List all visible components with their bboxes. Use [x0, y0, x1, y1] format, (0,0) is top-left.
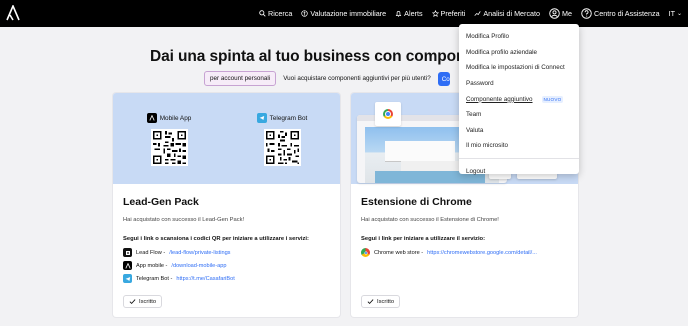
- nav-items: Ricerca Valutazione immobiliare Alerts P…: [259, 0, 682, 27]
- menu-item-label: Modifica Profilo: [466, 33, 510, 41]
- nav-me-label: Me: [562, 9, 573, 18]
- telegram-bot-link[interactable]: https://t.me/CasafariBot: [176, 276, 234, 282]
- personal-accounts-toggle[interactable]: per account personali: [204, 71, 277, 86]
- telegram-bot-link-row: Telegram Bot - https://t.me/CasafariBot: [123, 274, 330, 283]
- nav-help[interactable]: Centro di Assistenza: [581, 8, 660, 19]
- mobile-app-link-label: App mobile -: [136, 262, 168, 269]
- mobile-app-qr-block: Mobile App: [139, 113, 199, 166]
- user-icon: [549, 8, 560, 19]
- menu-item-microsite[interactable]: Il mio microsito: [459, 138, 579, 154]
- telegram-bot-label: Telegram Bot: [269, 114, 308, 122]
- top-navbar: Ricerca Valutazione immobiliare Alerts P…: [0, 0, 688, 27]
- telegram-icon: [123, 274, 132, 283]
- nav-favorites[interactable]: Preferiti: [431, 9, 466, 18]
- nav-me[interactable]: Me: [549, 8, 572, 19]
- nav-search-label: Ricerca: [268, 9, 293, 18]
- nav-alerts-label: Alerts: [404, 9, 423, 18]
- chrome-card-body: Estensione di Chrome Hai acquistato con …: [351, 184, 578, 257]
- mobile-app-qr-code-icon: [150, 129, 188, 166]
- chrome-subscribed-button[interactable]: Iscritto: [361, 295, 401, 308]
- nav-alerts[interactable]: Alerts: [395, 9, 423, 18]
- telegram-icon: [256, 113, 267, 123]
- new-badge: NUOVO: [541, 95, 564, 103]
- chrome-status-label: Iscritto: [377, 298, 395, 305]
- menu-item-logout[interactable]: Logout: [459, 164, 579, 180]
- menu-item-label: Valuta: [466, 126, 484, 134]
- app-logo-icon: [146, 113, 157, 123]
- menu-item-addon[interactable]: Componente aggiuntivo NUOVO: [459, 91, 579, 107]
- contact-button[interactable]: Co: [437, 71, 450, 86]
- menu-item-edit-company-profile[interactable]: Modifica profilo aziendale: [459, 45, 579, 61]
- menu-item-label: Modifica profilo aziendale: [466, 48, 538, 56]
- menu-item-label: Modifica le impostazioni di Connect: [466, 64, 565, 72]
- language-selector[interactable]: IT ⌄: [669, 9, 682, 18]
- mobile-app-qr-label: Mobile App: [139, 113, 199, 123]
- telegram-bot-qr-label: Telegram Bot: [252, 113, 312, 123]
- nav-search[interactable]: Ricerca: [259, 9, 292, 18]
- menu-item-edit-profile[interactable]: Modifica Profilo: [459, 29, 579, 45]
- brand-logo-icon[interactable]: [6, 5, 20, 21]
- chrome-store-link[interactable]: https://chromewebstore.google.com/detail…: [427, 250, 537, 256]
- nav-market-analysis-label: Analisi di Mercato: [483, 9, 541, 18]
- profile-dropdown-menu: Modifica Profilo Modifica profilo aziend…: [459, 24, 579, 175]
- menu-item-label: Team: [466, 111, 482, 119]
- nav-help-label: Centro di Assistenza: [594, 9, 660, 18]
- star-icon: [431, 10, 439, 17]
- chrome-card-title: Estensione di Chrome: [361, 196, 472, 208]
- chrome-preview-card: [375, 102, 401, 126]
- nav-favorites-label: Preferiti: [440, 9, 466, 18]
- menu-divider: [459, 157, 579, 159]
- chrome-icon: [383, 109, 393, 119]
- lead-flow-icon: [123, 248, 132, 257]
- check-icon: [367, 299, 374, 305]
- telegram-bot-link-label: Telegram Bot -: [136, 275, 173, 282]
- leadgen-subscribed-button[interactable]: Iscritto: [123, 295, 163, 308]
- chrome-card-subtitle: Hai acquistato con successo il Estension…: [361, 217, 499, 223]
- hero-row: per account personali Vuoi acquistare co…: [204, 71, 450, 86]
- bell-icon: [395, 11, 402, 17]
- menu-item-label: Componente aggiuntivo: [466, 95, 533, 103]
- menu-item-label: Password: [466, 80, 494, 88]
- leadgen-status-label: Iscritto: [139, 298, 157, 305]
- nav-valuation-label: Valutazione immobiliare: [310, 9, 387, 18]
- multi-user-question: Vuoi acquistare componenti aggiuntivi pe…: [283, 75, 431, 82]
- nav-valuation[interactable]: Valutazione immobiliare: [301, 9, 386, 18]
- menu-item-label: Il mio microsito: [466, 142, 508, 150]
- chart-icon: [474, 11, 481, 16]
- chrome-store-label: Chrome web store -: [374, 249, 424, 256]
- mobile-app-link-row: App mobile - /download-mobile-app: [123, 261, 330, 270]
- menu-item-label: Logout: [466, 168, 486, 176]
- language-label: IT: [668, 9, 675, 18]
- menu-item-password[interactable]: Password: [459, 76, 579, 92]
- search-icon: [259, 10, 266, 17]
- telegram-bot-qr-block: Telegram Bot: [252, 113, 312, 166]
- leadgen-card-instruction: Segui i link o scansiona i codici QR per…: [123, 236, 309, 242]
- menu-item-currency[interactable]: Valuta: [459, 123, 579, 139]
- help-icon: [581, 8, 592, 19]
- mobile-app-label: Mobile App: [159, 114, 192, 122]
- leadgen-card-body: Lead-Gen Pack Hai acquistato con success…: [113, 184, 340, 283]
- app-logo-icon: [123, 261, 132, 270]
- leadgen-pack-card: Mobile App Telegram Bot Lead-Gen Pack Ha…: [113, 93, 340, 317]
- lead-flow-label: Lead Flow -: [136, 249, 166, 256]
- menu-item-connect-settings[interactable]: Modifica le impostazioni di Connect: [459, 60, 579, 76]
- chrome-card-instruction: Segui i link per iniziare a utilizzare i…: [361, 236, 486, 242]
- leadgen-card-subtitle: Hai acquistato con successo il Lead-Gen …: [123, 217, 245, 223]
- valuation-icon: [301, 10, 309, 17]
- lead-flow-link[interactable]: /lead-flow/private-listings: [169, 250, 230, 256]
- leadgen-card-title: Lead-Gen Pack: [123, 196, 199, 208]
- lead-flow-link-row: Lead Flow - /lead-flow/private-listings: [123, 248, 330, 257]
- check-icon: [129, 299, 136, 305]
- chrome-store-link-row: Chrome web store - https://chromewebstor…: [361, 248, 568, 257]
- nav-market-analysis[interactable]: Analisi di Mercato: [474, 9, 540, 18]
- mobile-app-link[interactable]: /download-mobile-app: [171, 263, 226, 269]
- telegram-bot-qr-code-icon: [263, 129, 301, 166]
- menu-item-team[interactable]: Team: [459, 107, 579, 123]
- chevron-down-icon: ⌄: [676, 11, 682, 17]
- leadgen-card-header: Mobile App Telegram Bot: [113, 93, 340, 184]
- chrome-icon: [361, 248, 370, 257]
